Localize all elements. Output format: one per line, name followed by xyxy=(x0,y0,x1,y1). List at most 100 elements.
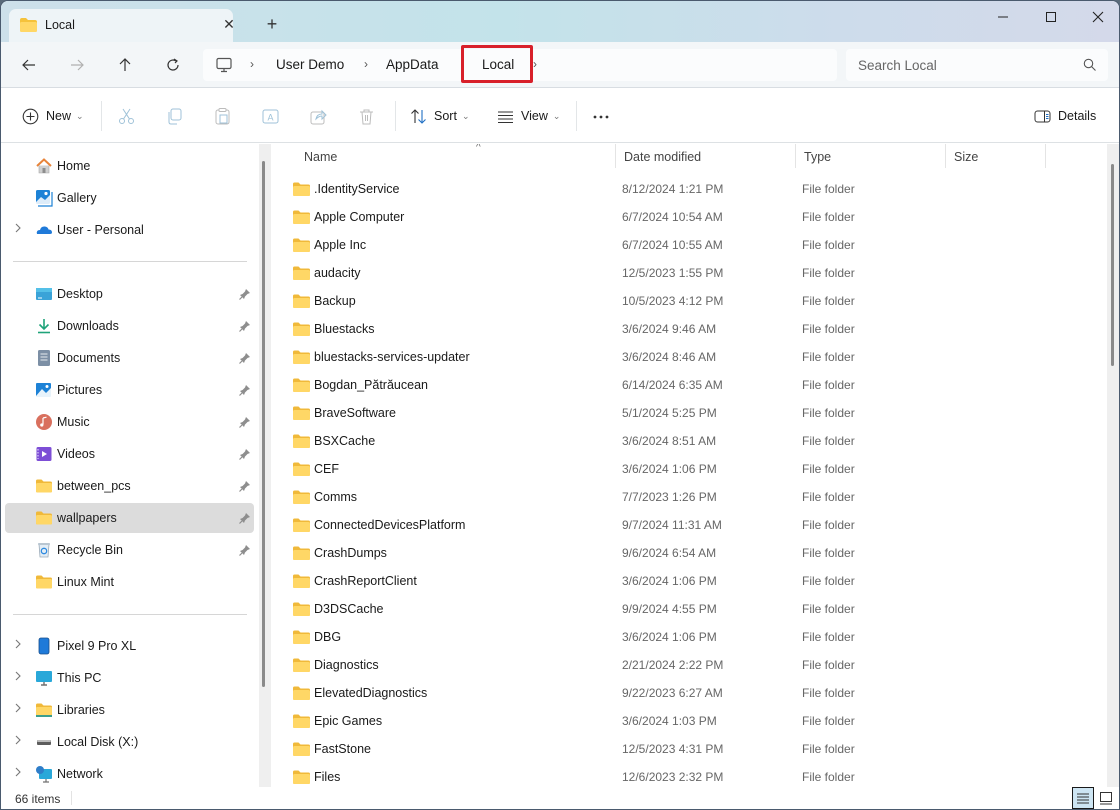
column-header-size[interactable]: Size xyxy=(946,144,1046,168)
file-row[interactable]: CrashReportClient 3/6/2024 1:06 PM File fo… xyxy=(283,566,1103,594)
file-row[interactable]: audacity 12/5/2023 1:55 PM File folder xyxy=(283,258,1103,286)
column-header-type[interactable]: Type xyxy=(796,144,946,168)
copy-button[interactable] xyxy=(166,106,183,126)
sidebar-item-local-disk-x[interactable]: Local Disk (X:) xyxy=(5,727,254,757)
address-bar[interactable]: › User Demo › AppData Local › xyxy=(203,45,837,83)
minimize-button[interactable] xyxy=(993,7,1013,27)
chevron-right-icon[interactable] xyxy=(14,671,22,684)
sidebar-item-pictures[interactable]: Pictures xyxy=(5,375,254,405)
pin-icon[interactable] xyxy=(239,288,251,303)
sidebar-item-wallpapers[interactable]: wallpapers xyxy=(5,503,254,533)
tiles-view-button[interactable] xyxy=(1095,787,1117,809)
sidebar-item-desktop[interactable]: Desktop xyxy=(5,279,254,309)
forward-button[interactable] xyxy=(67,55,87,75)
close-tab-button[interactable]: ✕ xyxy=(221,16,237,32)
file-row[interactable]: Apple Computer 6/7/2024 10:54 AM File fold… xyxy=(283,202,1103,230)
file-row[interactable]: BSXCache 3/6/2024 8:51 AM File folder xyxy=(283,426,1103,454)
file-row[interactable]: Files 12/6/2023 2:32 PM File folder xyxy=(283,762,1103,787)
breadcrumb-user-demo[interactable]: User Demo xyxy=(276,57,344,72)
details-pane-button[interactable]: Details xyxy=(1034,106,1096,126)
file-name: FastStone xyxy=(314,742,371,756)
pin-icon[interactable] xyxy=(239,448,251,463)
file-row[interactable]: Backup 10/5/2023 4:12 PM File folder xyxy=(283,286,1103,314)
column-header-date-modified[interactable]: Date modified xyxy=(616,144,796,168)
pin-icon[interactable] xyxy=(239,416,251,431)
file-row[interactable]: Diagnostics 2/21/2024 2:22 PM File folder xyxy=(283,650,1103,678)
view-button[interactable]: View ⌄ xyxy=(497,106,560,126)
sidebar-item-this-pc[interactable]: This PC xyxy=(5,663,254,693)
new-button[interactable]: New ⌄ xyxy=(22,106,84,126)
new-tab-button[interactable]: + xyxy=(263,15,281,33)
back-button[interactable] xyxy=(19,55,39,75)
sidebar-item-music[interactable]: Music xyxy=(5,407,254,437)
breadcrumb-separator[interactable]: › xyxy=(533,57,537,71)
file-row[interactable]: Bluestacks 3/6/2024 9:46 AM File folder xyxy=(283,314,1103,342)
sidebar-item-downloads[interactable]: Downloads xyxy=(5,311,254,341)
close-window-button[interactable] xyxy=(1088,7,1108,27)
folder-icon xyxy=(293,574,310,591)
delete-button[interactable] xyxy=(358,106,375,126)
sidebar-item-home[interactable]: Home xyxy=(5,151,254,181)
pin-icon[interactable] xyxy=(239,544,251,559)
cut-button[interactable] xyxy=(118,106,135,126)
search-icon[interactable] xyxy=(1083,58,1097,75)
tab-local[interactable]: Local ✕ xyxy=(9,9,235,42)
pin-icon[interactable] xyxy=(239,512,251,527)
breadcrumb-appdata[interactable]: AppData xyxy=(386,57,439,72)
pin-icon[interactable] xyxy=(239,320,251,335)
column-header-name[interactable]: Name ^ xyxy=(296,144,616,168)
file-date-modified: 12/5/2023 1:55 PM xyxy=(622,266,724,280)
chevron-right-icon[interactable] xyxy=(14,639,22,652)
file-row[interactable]: Apple Inc 6/7/2024 10:55 AM File folder xyxy=(283,230,1103,258)
sidebar-item-linux-mint[interactable]: Linux Mint xyxy=(5,567,254,597)
breadcrumb-separator[interactable]: › xyxy=(364,57,368,71)
file-row[interactable]: BraveSoftware 5/1/2024 5:25 PM File folder xyxy=(283,398,1103,426)
file-row[interactable]: ConnectedDevicesPlatform 9/7/2024 11:31 A… xyxy=(283,510,1103,538)
search-input[interactable] xyxy=(858,56,1078,74)
rename-button[interactable]: A xyxy=(262,106,279,126)
chevron-right-icon[interactable] xyxy=(14,735,22,748)
file-row[interactable]: FastStone 12/5/2023 4:31 PM File folder xyxy=(283,734,1103,762)
file-row[interactable]: .IdentityService 8/12/2024 1:21 PM File fo… xyxy=(283,174,1103,202)
file-list-scrollbar-thumb[interactable] xyxy=(1111,164,1114,366)
chevron-right-icon[interactable] xyxy=(14,767,22,780)
paste-button[interactable] xyxy=(214,106,231,126)
file-row[interactable]: CEF 3/6/2024 1:06 PM File folder xyxy=(283,454,1103,482)
file-name: bluestacks-services-updater xyxy=(314,350,470,364)
sidebar-scrollbar-thumb[interactable] xyxy=(262,161,265,687)
file-row[interactable]: Epic Games 3/6/2024 1:03 PM File folder xyxy=(283,706,1103,734)
chevron-right-icon[interactable] xyxy=(14,703,22,716)
share-button[interactable] xyxy=(310,106,327,126)
pin-icon[interactable] xyxy=(239,352,251,367)
sidebar-item-libraries[interactable]: Libraries xyxy=(5,695,254,725)
sidebar-item-gallery[interactable]: Gallery xyxy=(5,183,254,213)
sidebar-item-videos[interactable]: Videos xyxy=(5,439,254,469)
file-row[interactable]: Comms 7/7/2023 1:26 PM File folder xyxy=(283,482,1103,510)
monitor-icon[interactable] xyxy=(216,57,232,76)
details-view-button[interactable] xyxy=(1072,787,1094,809)
file-row[interactable]: D3DSCache 9/9/2024 4:55 PM File folder xyxy=(283,594,1103,622)
file-row[interactable]: DBG 3/6/2024 1:06 PM File folder xyxy=(283,622,1103,650)
pin-icon[interactable] xyxy=(239,384,251,399)
breadcrumb-separator[interactable]: › xyxy=(250,57,254,71)
pin-icon[interactable] xyxy=(239,480,251,495)
up-button[interactable] xyxy=(115,55,135,75)
sidebar-item-user-personal[interactable]: User - Personal xyxy=(5,215,254,245)
file-row[interactable]: bluestacks-services-updater 3/6/2024 8:46… xyxy=(283,342,1103,370)
sidebar-scrollbar[interactable] xyxy=(259,144,271,787)
maximize-button[interactable] xyxy=(1041,7,1061,27)
sidebar-item-network[interactable]: Network xyxy=(5,759,254,789)
sidebar-item-documents[interactable]: Documents xyxy=(5,343,254,373)
chevron-right-icon[interactable] xyxy=(14,223,22,236)
file-row[interactable]: ElevatedDiagnostics 9/22/2023 6:27 AM File… xyxy=(283,678,1103,706)
search-box[interactable] xyxy=(846,49,1108,81)
more-options-button[interactable] xyxy=(592,106,610,126)
file-row[interactable]: CrashDumps 9/6/2024 6:54 AM File folder xyxy=(283,538,1103,566)
sidebar-item-between-pcs[interactable]: between_pcs xyxy=(5,471,254,501)
file-list-scrollbar[interactable] xyxy=(1107,144,1119,787)
sidebar-item-recycle-bin[interactable]: Recycle Bin xyxy=(5,535,254,565)
sidebar-item-pixel-9-pro-xl[interactable]: Pixel 9 Pro XL xyxy=(5,631,254,661)
refresh-button[interactable] xyxy=(163,55,183,75)
sort-button[interactable]: Sort ⌄ xyxy=(410,106,469,126)
file-row[interactable]: Bogdan_Pătrăucean 6/14/2024 6:35 AM File f… xyxy=(283,370,1103,398)
